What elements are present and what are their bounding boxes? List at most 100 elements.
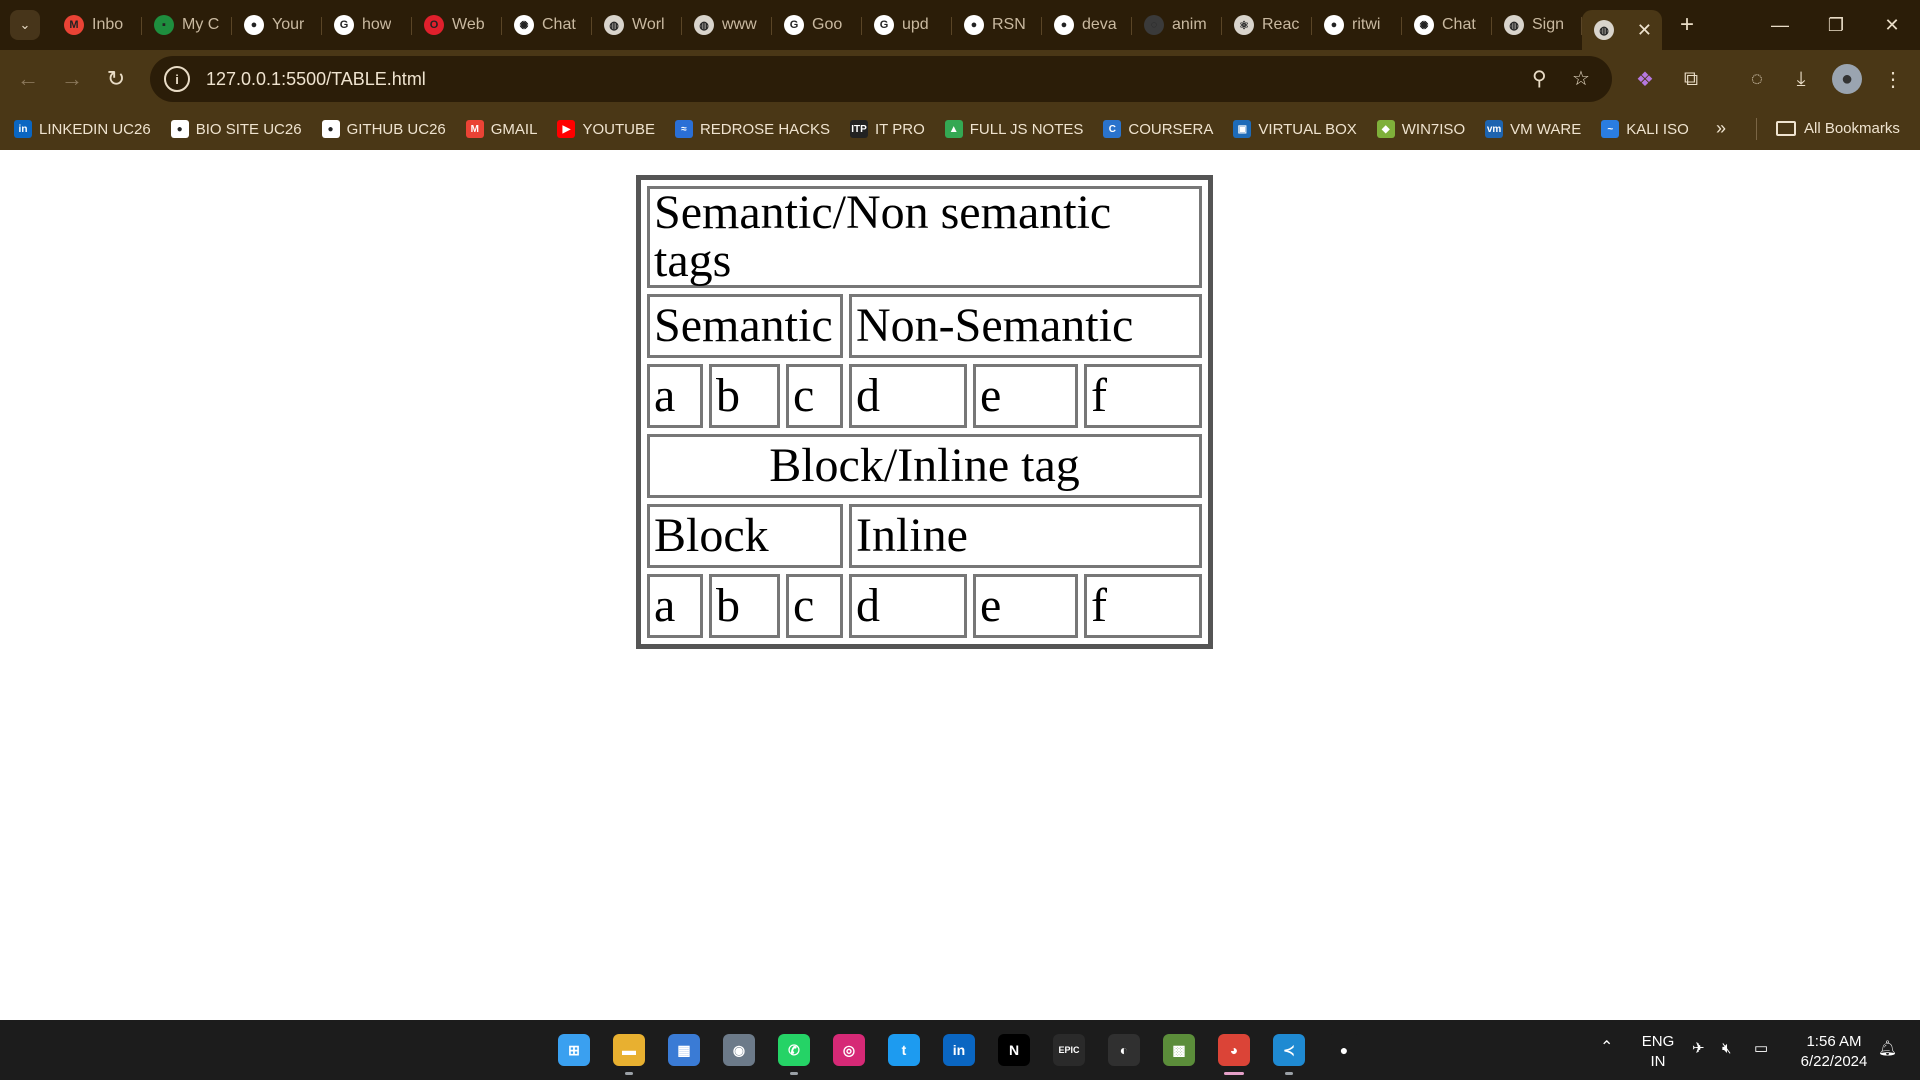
- performance-icon[interactable]: ◌: [1742, 64, 1772, 94]
- classroom-icon: ▪: [154, 15, 174, 35]
- obs-icon[interactable]: ◐: [1108, 1034, 1140, 1066]
- bookmark-item[interactable]: ≈ REDROSE HACKS: [674, 120, 830, 138]
- browser-tab[interactable]: ◍ Worl: [592, 7, 682, 43]
- clock[interactable]: 1:56 AM 6/22/2024: [1792, 1032, 1876, 1072]
- tray-overflow-chevron-icon[interactable]: ⌃: [1600, 1038, 1613, 1058]
- active-tab[interactable]: ◍ ✕: [1582, 10, 1662, 50]
- bookmark-item[interactable]: C COURSERA: [1103, 120, 1213, 138]
- close-window-button[interactable]: ✕: [1864, 0, 1920, 50]
- browser-tab[interactable]: ● ritwi: [1312, 7, 1402, 43]
- extensions-puzzle-icon[interactable]: ⧉: [1676, 64, 1706, 94]
- menu-kebab-icon[interactable]: ⋮: [1878, 64, 1908, 94]
- windows-taskbar: ⊞ ▬ ▦ ◉ ✆ ◎ t in N EPIC ◐ ▩ ◕ ≺ ● ⌃ ENG IN ✈ 🔇︎ ▭ 1:56…: [0, 1020, 1920, 1080]
- virtualbox-icon: ▣: [1233, 120, 1252, 138]
- battery-icon[interactable]: ▭: [1754, 1039, 1768, 1059]
- twitter-icon[interactable]: t: [888, 1034, 920, 1066]
- github-desktop-icon[interactable]: ●: [1328, 1034, 1360, 1066]
- volume-muted-icon[interactable]: 🔇︎: [1722, 1039, 1731, 1059]
- minimize-button[interactable]: —: [1752, 0, 1808, 50]
- table-row: a b c d e f: [647, 364, 1202, 428]
- address-bar[interactable]: i 127.0.0.1:5500/TABLE.html ⚲ ☆: [150, 56, 1612, 102]
- star-icon[interactable]: ☆: [1572, 66, 1590, 91]
- browser-tab[interactable]: ⚛ Reac: [1222, 7, 1312, 43]
- browser-tab[interactable]: ◍ Sign: [1492, 7, 1582, 43]
- win7iso-icon: ◆: [1376, 120, 1395, 138]
- bookmark-item[interactable]: ● BIO SITE UC26: [170, 120, 302, 138]
- plus-icon: +: [1679, 11, 1694, 38]
- chatgpt-icon: ✺: [514, 15, 534, 35]
- all-bookmarks-button[interactable]: All Bookmarks: [1776, 120, 1900, 137]
- bookmark-item[interactable]: ◆ WIN7ISO: [1376, 120, 1465, 138]
- github-icon: ●: [1054, 15, 1074, 35]
- browser-tab[interactable]: O Web: [412, 7, 502, 43]
- table-cell: f: [1084, 574, 1202, 638]
- url-text[interactable]: 127.0.0.1:5500/TABLE.html: [206, 69, 426, 90]
- windows-start-icon[interactable]: ⊞: [558, 1034, 590, 1066]
- bookmark-item[interactable]: vm VM WARE: [1485, 120, 1581, 138]
- epic-games-icon[interactable]: EPIC: [1053, 1034, 1085, 1066]
- extension-brain-icon[interactable]: ❖: [1630, 64, 1660, 94]
- tab-title: ritwi: [1352, 16, 1381, 33]
- tab-strip: ⌄ M Inbo ▪ My C ● Your Ghow O Web ✺ Chat ◍ Worl ◍ www G…: [0, 0, 1920, 50]
- table-cell: a: [647, 364, 703, 428]
- chrome-icon[interactable]: ◕: [1218, 1034, 1250, 1075]
- browser-tab[interactable]: ● deva: [1042, 7, 1132, 43]
- chevron-down-icon: ⌄: [19, 17, 31, 32]
- browser-tab[interactable]: ✺ Chat: [1402, 7, 1492, 43]
- browser-tab[interactable]: ✺ Chat: [502, 7, 592, 43]
- itpro-icon: ITP: [850, 120, 868, 138]
- bookmark-item[interactable]: ITP IT PRO: [850, 120, 925, 138]
- vscode-icon[interactable]: ≺: [1273, 1034, 1305, 1075]
- bookmark-item[interactable]: M GMAIL: [465, 120, 537, 138]
- restore-button[interactable]: ❐: [1808, 0, 1864, 50]
- table-cell: a: [647, 574, 703, 638]
- bookmark-label: REDROSE HACKS: [699, 120, 830, 138]
- browser-tab[interactable]: G Goo: [772, 7, 862, 43]
- language-indicator[interactable]: ENG IN: [1640, 1032, 1676, 1072]
- whatsapp-icon[interactable]: ✆: [778, 1034, 810, 1075]
- globe-icon: ◍: [1504, 15, 1524, 35]
- bookmark-item[interactable]: ~ KALI ISO: [1601, 120, 1689, 138]
- gmail-icon: M: [465, 120, 484, 138]
- bookmark-item[interactable]: ▲ FULL JS NOTES: [944, 120, 1083, 138]
- close-tab-icon[interactable]: ✕: [1637, 20, 1652, 41]
- tab-title: Web: [452, 16, 485, 33]
- download-icon[interactable]: ⤓: [1786, 64, 1816, 94]
- linkedin-icon[interactable]: in: [943, 1034, 975, 1066]
- tab-search-button[interactable]: ⌄: [10, 10, 40, 40]
- browser-tab[interactable]: Gupd: [862, 7, 952, 43]
- browser-tab[interactable]: M Inbo: [52, 7, 142, 43]
- bookmark-item[interactable]: ● GITHUB UC26: [321, 120, 446, 138]
- camera-icon[interactable]: ◉: [723, 1034, 755, 1066]
- folder-icon: [1776, 121, 1796, 136]
- browser-tab[interactable]: ◌ anim: [1132, 7, 1222, 43]
- browser-tab[interactable]: ● RSN: [952, 7, 1042, 43]
- site-info-icon[interactable]: i: [164, 66, 190, 92]
- bookmark-item[interactable]: ▶ YOUTUBE: [557, 120, 655, 138]
- bookmark-item[interactable]: ▣ VIRTUAL BOX: [1233, 120, 1357, 138]
- microsoft-store-icon[interactable]: ▦: [668, 1034, 700, 1066]
- new-tab-button[interactable]: +: [1670, 8, 1704, 42]
- bookmark-item[interactable]: in LINKEDIN UC26: [14, 120, 151, 138]
- profile-avatar[interactable]: ●: [1832, 64, 1862, 94]
- netflix-icon[interactable]: N: [998, 1034, 1030, 1066]
- tab-title: upd: [902, 16, 929, 33]
- browser-tab[interactable]: ● Your: [232, 7, 322, 43]
- browser-tab[interactable]: ▪ My C: [142, 7, 232, 43]
- instagram-icon[interactable]: ◎: [833, 1034, 865, 1066]
- region-label: IN: [1650, 1053, 1666, 1070]
- forward-button[interactable]: →: [50, 59, 94, 99]
- bookmarks-overflow-button[interactable]: »: [1716, 118, 1726, 139]
- notification-bell-icon[interactable]: 🔔︎: [1878, 1039, 1897, 1059]
- file-explorer-icon[interactable]: ▬: [613, 1034, 645, 1075]
- drive-icon: ▲: [944, 120, 963, 138]
- tab-title: Chat: [542, 16, 576, 33]
- browser-tab[interactable]: Ghow: [322, 7, 412, 43]
- arrow-left-icon: ←: [17, 66, 39, 91]
- reload-button[interactable]: ↻: [94, 59, 138, 99]
- zoom-icon[interactable]: ⚲: [1532, 66, 1547, 91]
- network-icon[interactable]: ✈: [1692, 1039, 1705, 1059]
- browser-tab[interactable]: ◍ www: [682, 7, 772, 43]
- minecraft-icon[interactable]: ▩: [1163, 1034, 1195, 1066]
- back-button[interactable]: ←: [6, 59, 50, 99]
